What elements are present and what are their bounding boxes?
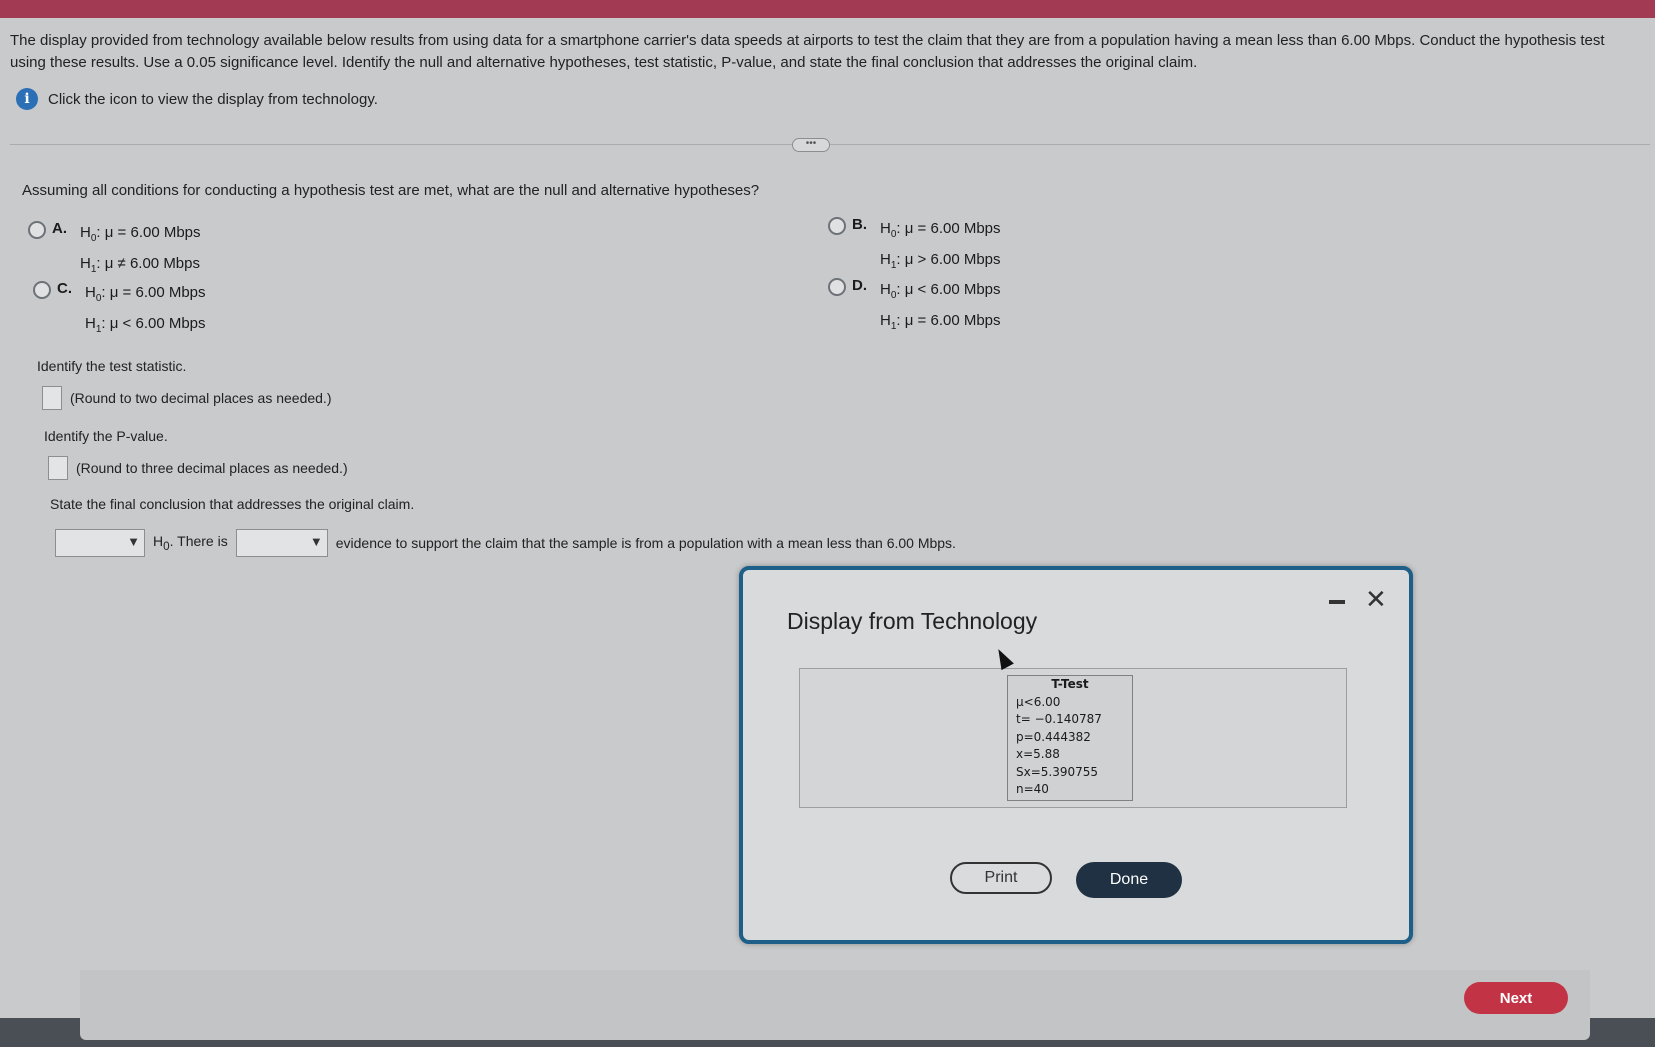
option-a[interactable]: A. H0: μ = 6.00 Mbps H1: μ ≠ 6.00 Mbps — [28, 220, 201, 282]
calc-line-mean: x=5.88 — [1016, 747, 1060, 761]
option-letter: C. — [57, 280, 72, 297]
bottom-band — [80, 970, 1590, 1040]
info-link-text[interactable]: Click the icon to view the display from … — [48, 91, 378, 108]
test-statistic-input[interactable] — [42, 386, 62, 410]
radio-option-a[interactable] — [28, 221, 46, 239]
pvalue-input[interactable] — [48, 456, 68, 480]
calc-line-sx: Sx=5.390755 — [1016, 764, 1099, 779]
h0-label: H0. There is — [153, 533, 228, 553]
chevron-down-icon: ▼ — [309, 534, 323, 549]
info-icon[interactable]: i — [16, 88, 38, 110]
problem-statement: The display provided from technology ava… — [10, 32, 1605, 71]
calc-line-n: n=40 — [1016, 782, 1049, 796]
conclusion-row: ▼ H0. There is ▼ evidence to support the… — [55, 529, 956, 557]
radio-option-b[interactable] — [828, 217, 846, 235]
option-letter: D. — [852, 277, 867, 294]
ttest-header: T-Test — [1051, 677, 1089, 691]
option-d-hypotheses: H0: μ < 6.00 Mbps H1: μ = 6.00 Mbps — [880, 281, 1001, 332]
option-d[interactable]: D. H0: μ < 6.00 Mbps H1: μ = 6.00 Mbps — [828, 277, 1001, 339]
conclusion-tail-text: evidence to support the claim that the s… — [335, 535, 956, 551]
reject-decision-select[interactable]: ▼ — [55, 529, 145, 557]
radio-option-c[interactable] — [33, 281, 51, 299]
pvalue-row: (Round to three decimal places as needed… — [48, 456, 348, 480]
info-link-row[interactable]: i Click the icon to view the display fro… — [16, 88, 378, 110]
option-b-hypotheses: H0: μ = 6.00 Mbps H1: μ > 6.00 Mbps — [880, 220, 1001, 271]
calculator-screen: T-Test μ<6.00 t= −0.140787 p=0.444382 x=… — [1007, 675, 1133, 801]
conclusion-label: State the final conclusion that addresse… — [50, 496, 415, 512]
calc-line-hypothesis: μ<6.00 — [1016, 694, 1061, 709]
minimize-icon[interactable] — [1329, 600, 1345, 604]
calc-line-p: p=0.444382 — [1016, 729, 1091, 744]
evidence-select[interactable]: ▼ — [235, 529, 328, 557]
close-icon[interactable]: ✕ — [1365, 584, 1387, 615]
option-c[interactable]: C. H0: μ = 6.00 Mbps H1: μ < 6.00 Mbps — [33, 280, 206, 342]
test-statistic-row: (Round to two decimal places as needed.) — [42, 386, 331, 410]
radio-option-d[interactable] — [828, 278, 846, 296]
option-letter: A. — [52, 220, 67, 237]
pvalue-label: Identify the P-value. — [44, 428, 168, 444]
collapse-handle[interactable]: ••• — [792, 138, 830, 152]
technology-display-modal: Display from Technology ✕ T-Test μ<6.00 … — [739, 566, 1413, 944]
test-statistic-label: Identify the test statistic. — [37, 358, 187, 374]
pvalue-hint: (Round to three decimal places as needed… — [76, 460, 348, 476]
done-button[interactable]: Done — [1076, 862, 1182, 898]
section-divider — [10, 144, 1650, 145]
test-statistic-hint: (Round to two decimal places as needed.) — [70, 390, 332, 406]
next-button[interactable]: Next — [1464, 982, 1568, 1014]
hypotheses-question: Assuming all conditions for conducting a… — [22, 182, 760, 199]
option-letter: B. — [852, 216, 867, 233]
calc-line-t: t= −0.140787 — [1016, 712, 1102, 726]
print-button[interactable]: Print — [950, 862, 1052, 894]
option-a-hypotheses: H0: μ = 6.00 Mbps H1: μ ≠ 6.00 Mbps — [80, 224, 201, 275]
option-c-hypotheses: H0: μ = 6.00 Mbps H1: μ < 6.00 Mbps — [85, 284, 206, 335]
calculator-display-frame: T-Test μ<6.00 t= −0.140787 p=0.444382 x=… — [799, 668, 1347, 808]
modal-title: Display from Technology — [787, 608, 1038, 634]
option-b[interactable]: B. H0: μ = 6.00 Mbps H1: μ > 6.00 Mbps — [828, 216, 1001, 278]
chevron-down-icon: ▼ — [127, 534, 140, 549]
